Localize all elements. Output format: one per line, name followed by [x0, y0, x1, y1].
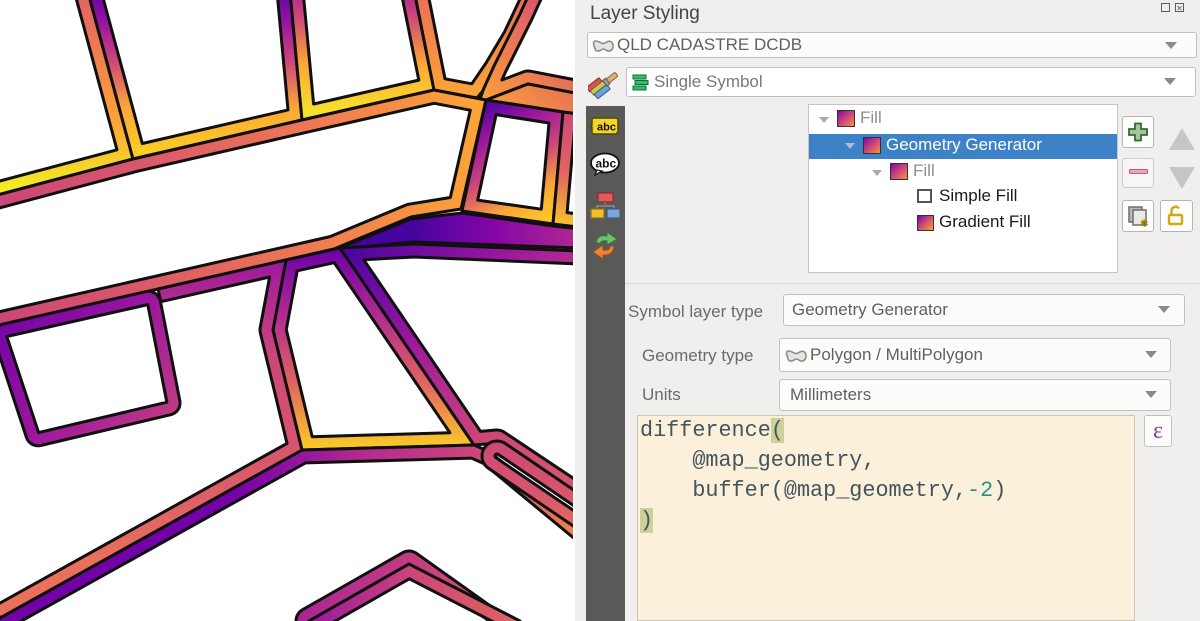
- svg-text:abc: abc: [597, 122, 616, 134]
- svg-text:abc: abc: [596, 157, 617, 171]
- svg-text:✱: ✱: [1141, 219, 1149, 229]
